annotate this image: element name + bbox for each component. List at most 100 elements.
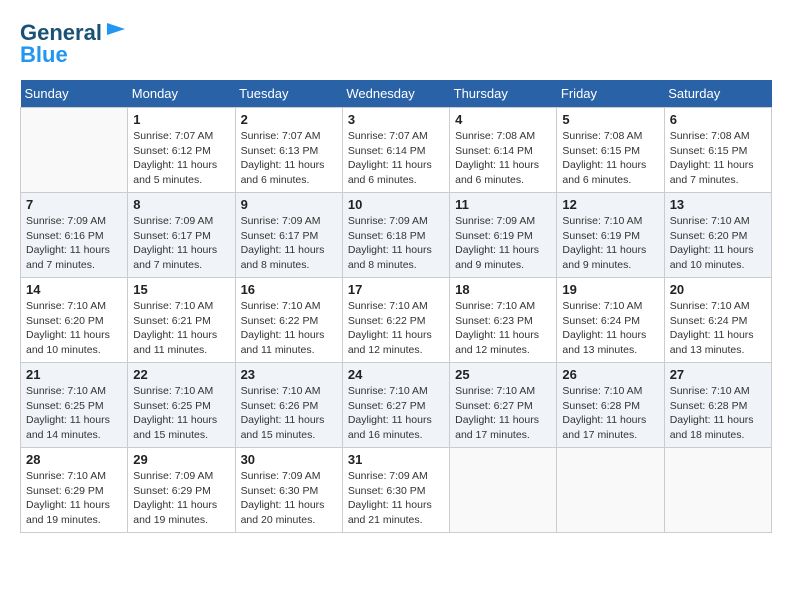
day-number: 17 [348, 282, 444, 297]
calendar-cell: 24 Sunrise: 7:10 AMSunset: 6:27 PMDayligh… [342, 363, 449, 448]
day-info: Sunrise: 7:10 AMSunset: 6:26 PMDaylight:… [241, 384, 337, 443]
day-info: Sunrise: 7:10 AMSunset: 6:19 PMDaylight:… [562, 214, 658, 273]
day-info: Sunrise: 7:09 AMSunset: 6:30 PMDaylight:… [241, 469, 337, 528]
calendar-cell: 27 Sunrise: 7:10 AMSunset: 6:28 PMDayligh… [664, 363, 771, 448]
day-info: Sunrise: 7:10 AMSunset: 6:24 PMDaylight:… [562, 299, 658, 358]
calendar-cell: 3Sunrise: 7:07 AMSunset: 6:14 PMDaylight… [342, 108, 449, 193]
day-info: Sunrise: 7:10 AMSunset: 6:28 PMDaylight:… [562, 384, 658, 443]
day-number: 18 [455, 282, 551, 297]
page: General Blue SundayMondayTuesdayWednesda… [0, 0, 792, 612]
day-info: Sunrise: 7:08 AMSunset: 6:15 PMDaylight:… [670, 129, 766, 188]
day-number: 7 [26, 197, 122, 212]
day-number: 20 [670, 282, 766, 297]
weekday-header-sunday: Sunday [21, 80, 128, 108]
calendar-cell: 4Sunrise: 7:08 AMSunset: 6:14 PMDaylight… [450, 108, 557, 193]
day-number: 22 [133, 367, 229, 382]
calendar-cell: 20 Sunrise: 7:10 AMSunset: 6:24 PMDayligh… [664, 278, 771, 363]
calendar-cell: 31 Sunrise: 7:09 AMSunset: 6:30 PMDayligh… [342, 448, 449, 533]
weekday-header-friday: Friday [557, 80, 664, 108]
day-info: Sunrise: 7:10 AMSunset: 6:20 PMDaylight:… [670, 214, 766, 273]
day-number: 30 [241, 452, 337, 467]
day-number: 23 [241, 367, 337, 382]
week-row-4: 21 Sunrise: 7:10 AMSunset: 6:25 PMDayligh… [21, 363, 772, 448]
calendar-cell: 10 Sunrise: 7:09 AMSunset: 6:18 PMDayligh… [342, 193, 449, 278]
calendar-cell [557, 448, 664, 533]
calendar-cell: 7 Sunrise: 7:09 AMSunset: 6:16 PMDaylight… [21, 193, 128, 278]
calendar-cell: 13 Sunrise: 7:10 AMSunset: 6:20 PMDayligh… [664, 193, 771, 278]
day-number: 24 [348, 367, 444, 382]
calendar-cell: 15 Sunrise: 7:10 AMSunset: 6:21 PMDayligh… [128, 278, 235, 363]
logo-flag-icon [105, 21, 127, 39]
day-number: 6 [670, 112, 766, 127]
day-info: Sunrise: 7:09 AMSunset: 6:30 PMDaylight:… [348, 469, 444, 528]
day-info: Sunrise: 7:09 AMSunset: 6:16 PMDaylight:… [26, 214, 122, 273]
day-number: 15 [133, 282, 229, 297]
calendar-cell: 25Sunrise: 7:10 AMSunset: 6:27 PMDayligh… [450, 363, 557, 448]
week-row-2: 7 Sunrise: 7:09 AMSunset: 6:16 PMDaylight… [21, 193, 772, 278]
weekday-header-wednesday: Wednesday [342, 80, 449, 108]
day-number: 10 [348, 197, 444, 212]
day-number: 28 [26, 452, 122, 467]
weekday-header-thursday: Thursday [450, 80, 557, 108]
week-row-3: 14 Sunrise: 7:10 AMSunset: 6:20 PMDayligh… [21, 278, 772, 363]
day-number: 8 [133, 197, 229, 212]
calendar-cell: 8Sunrise: 7:09 AMSunset: 6:17 PMDaylight… [128, 193, 235, 278]
day-info: Sunrise: 7:10 AMSunset: 6:29 PMDaylight:… [26, 469, 122, 528]
day-number: 2 [241, 112, 337, 127]
calendar-cell [450, 448, 557, 533]
calendar-cell: 19Sunrise: 7:10 AMSunset: 6:24 PMDayligh… [557, 278, 664, 363]
day-number: 26 [562, 367, 658, 382]
day-info: Sunrise: 7:10 AMSunset: 6:22 PMDaylight:… [241, 299, 337, 358]
day-number: 4 [455, 112, 551, 127]
calendar-cell: 21 Sunrise: 7:10 AMSunset: 6:25 PMDayligh… [21, 363, 128, 448]
calendar-cell: 29 Sunrise: 7:09 AMSunset: 6:29 PMDayligh… [128, 448, 235, 533]
calendar-cell: 26 Sunrise: 7:10 AMSunset: 6:28 PMDayligh… [557, 363, 664, 448]
day-info: Sunrise: 7:10 AMSunset: 6:28 PMDaylight:… [670, 384, 766, 443]
day-info: Sunrise: 7:09 AMSunset: 6:17 PMDaylight:… [241, 214, 337, 273]
day-number: 9 [241, 197, 337, 212]
day-info: Sunrise: 7:08 AMSunset: 6:15 PMDaylight:… [562, 129, 658, 188]
day-number: 5 [562, 112, 658, 127]
header: General Blue [20, 20, 772, 68]
day-info: Sunrise: 7:10 AMSunset: 6:21 PMDaylight:… [133, 299, 229, 358]
day-number: 14 [26, 282, 122, 297]
weekday-header-row: SundayMondayTuesdayWednesdayThursdayFrid… [21, 80, 772, 108]
day-info: Sunrise: 7:07 AMSunset: 6:13 PMDaylight:… [241, 129, 337, 188]
day-number: 16 [241, 282, 337, 297]
day-number: 31 [348, 452, 444, 467]
calendar-cell [664, 448, 771, 533]
calendar-cell: 23 Sunrise: 7:10 AMSunset: 6:26 PMDayligh… [235, 363, 342, 448]
calendar-cell: 2 Sunrise: 7:07 AMSunset: 6:13 PMDaylight… [235, 108, 342, 193]
day-number: 27 [670, 367, 766, 382]
day-info: Sunrise: 7:10 AMSunset: 6:23 PMDaylight:… [455, 299, 551, 358]
week-row-1: 1 Sunrise: 7:07 AMSunset: 6:12 PMDaylight… [21, 108, 772, 193]
calendar-cell: 30 Sunrise: 7:09 AMSunset: 6:30 PMDayligh… [235, 448, 342, 533]
day-info: Sunrise: 7:10 AMSunset: 6:24 PMDaylight:… [670, 299, 766, 358]
day-number: 29 [133, 452, 229, 467]
day-info: Sunrise: 7:07 AMSunset: 6:12 PMDaylight:… [133, 129, 229, 188]
day-info: Sunrise: 7:10 AMSunset: 6:25 PMDaylight:… [26, 384, 122, 443]
calendar-cell [21, 108, 128, 193]
calendar-cell: 1 Sunrise: 7:07 AMSunset: 6:12 PMDaylight… [128, 108, 235, 193]
calendar-cell: 9 Sunrise: 7:09 AMSunset: 6:17 PMDaylight… [235, 193, 342, 278]
weekday-header-saturday: Saturday [664, 80, 771, 108]
calendar-table: SundayMondayTuesdayWednesdayThursdayFrid… [20, 80, 772, 533]
week-row-5: 28 Sunrise: 7:10 AMSunset: 6:29 PMDayligh… [21, 448, 772, 533]
day-info: Sunrise: 7:10 AMSunset: 6:25 PMDaylight:… [133, 384, 229, 443]
calendar-cell: 14 Sunrise: 7:10 AMSunset: 6:20 PMDayligh… [21, 278, 128, 363]
day-info: Sunrise: 7:09 AMSunset: 6:29 PMDaylight:… [133, 469, 229, 528]
calendar-cell: 28 Sunrise: 7:10 AMSunset: 6:29 PMDayligh… [21, 448, 128, 533]
calendar-cell: 12Sunrise: 7:10 AMSunset: 6:19 PMDayligh… [557, 193, 664, 278]
day-number: 13 [670, 197, 766, 212]
day-info: Sunrise: 7:10 AMSunset: 6:20 PMDaylight:… [26, 299, 122, 358]
weekday-header-tuesday: Tuesday [235, 80, 342, 108]
day-number: 21 [26, 367, 122, 382]
calendar-cell: 11Sunrise: 7:09 AMSunset: 6:19 PMDayligh… [450, 193, 557, 278]
calendar-cell: 22 Sunrise: 7:10 AMSunset: 6:25 PMDayligh… [128, 363, 235, 448]
logo-text: General Blue [20, 20, 127, 68]
day-info: Sunrise: 7:09 AMSunset: 6:18 PMDaylight:… [348, 214, 444, 273]
day-number: 1 [133, 112, 229, 127]
day-info: Sunrise: 7:10 AMSunset: 6:27 PMDaylight:… [348, 384, 444, 443]
day-info: Sunrise: 7:10 AMSunset: 6:22 PMDaylight:… [348, 299, 444, 358]
calendar-cell: 16 Sunrise: 7:10 AMSunset: 6:22 PMDayligh… [235, 278, 342, 363]
